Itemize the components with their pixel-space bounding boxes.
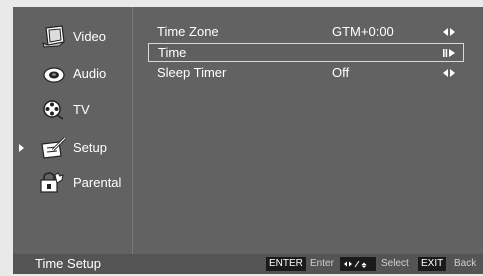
setting-value: Off (332, 65, 350, 80)
setting-name: Time Zone (157, 24, 219, 39)
sidebar: Video Audio TV Setup Parental (13, 7, 133, 254)
left-right-arrows-icon[interactable] (443, 23, 455, 41)
settings-panel: Time Zone GTM+0:00 Time Sleep Timer Off (133, 7, 483, 254)
sidebar-item-label: TV (73, 102, 90, 117)
sidebar-item-parental[interactable]: Parental (13, 168, 132, 198)
enter-hint: Enter (310, 258, 334, 269)
setup-icon (39, 133, 67, 163)
footer-bar: Time Setup ENTER Enter Select EXIT Back (13, 254, 483, 274)
navigation-arrows-icon (344, 260, 367, 268)
sidebar-item-label: Video (73, 29, 107, 44)
setting-name: Time (158, 45, 187, 60)
enter-arrow-icon[interactable] (443, 44, 455, 61)
parental-lock-icon (38, 168, 66, 198)
monitor-icon (39, 22, 67, 52)
enter-key-badge: ENTER (266, 257, 306, 271)
film-reel-icon (39, 95, 67, 125)
setting-row-time-zone[interactable]: Time Zone GTM+0:00 (149, 23, 463, 41)
sidebar-item-audio[interactable]: Audio (13, 59, 132, 89)
setting-value: GTM+0:00 (332, 24, 394, 39)
select-hint: Select (381, 258, 409, 269)
selection-pointer-icon (19, 144, 24, 152)
sidebar-item-setup[interactable]: Setup (13, 133, 132, 163)
sidebar-item-label: Audio (73, 66, 107, 81)
osd-screen: Video Audio TV Setup Parental Time Zone … (13, 7, 483, 274)
back-hint: Back (454, 258, 477, 269)
sidebar-item-tv[interactable]: TV (13, 95, 132, 125)
setting-row-sleep-timer[interactable]: Sleep Timer Off (149, 64, 463, 82)
navigation-arrows-key-badge (340, 257, 376, 271)
sidebar-item-label: Parental (73, 175, 122, 190)
sidebar-item-video[interactable]: Video (13, 22, 132, 52)
setting-name: Sleep Timer (157, 65, 227, 80)
left-right-arrows-icon[interactable] (443, 64, 455, 82)
footer-title: Time Setup (35, 256, 101, 271)
exit-key-badge: EXIT (418, 257, 447, 271)
setting-row-time[interactable]: Time (148, 43, 464, 62)
speaker-icon (40, 59, 68, 89)
sidebar-item-label: Setup (73, 140, 107, 155)
